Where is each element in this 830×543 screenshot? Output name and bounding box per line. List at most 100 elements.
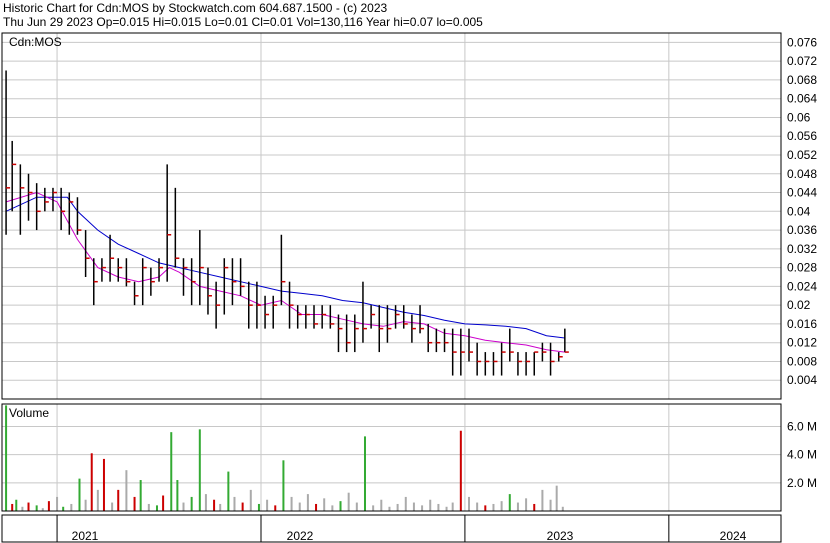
moving-average-short-line (5, 191, 565, 353)
volume-bar (331, 505, 334, 511)
volume-bar (125, 470, 128, 511)
volume-bar (84, 499, 87, 511)
volume-bar (155, 505, 158, 511)
volume-tick-label: 4.0 M (787, 448, 817, 462)
volume-bar (15, 499, 18, 511)
volume-bar (78, 478, 81, 511)
volume-bar (555, 485, 558, 511)
volume-bar (396, 503, 399, 511)
volume-bar (492, 503, 495, 511)
price-tick-label: 0.076 (787, 35, 817, 49)
volume-tick-label: 6.0 M (787, 420, 817, 434)
volume-bar (176, 480, 179, 511)
volume-bar (306, 494, 309, 511)
volume-bar (213, 499, 216, 511)
volume-bar (117, 489, 120, 511)
volume-bar (70, 503, 73, 511)
volume-bar (147, 503, 150, 511)
price-tick-label: 0.056 (787, 129, 817, 143)
volume-bar (90, 453, 93, 511)
moving-average-lines (5, 191, 565, 353)
price-tick-label: 0.012 (787, 336, 817, 350)
volume-bar (27, 502, 30, 511)
volume-bar (445, 506, 448, 511)
volume-bar (35, 505, 38, 511)
volume-bar (508, 494, 511, 511)
x-axis-labels: 2021 2022 2023 2024 (56, 515, 747, 543)
volume-bar (111, 502, 114, 511)
volume-bar (451, 502, 454, 511)
chart-frames (1, 32, 782, 543)
x-axis-frame (1, 514, 782, 543)
volume-bar (421, 505, 424, 511)
volume-bar (47, 501, 50, 511)
volume-bar (198, 429, 201, 511)
volume-bar (96, 489, 99, 511)
volume-bar (257, 503, 260, 511)
volume-bar (347, 492, 350, 511)
x-tick-label: 2021 (72, 529, 99, 543)
volume-bar (21, 506, 24, 511)
volume-bar (241, 502, 244, 511)
volume-bar (227, 471, 230, 511)
price-panel-title: Cdn:MOS (9, 35, 62, 49)
volume-bar (404, 496, 407, 511)
price-tick-label: 0.024 (787, 279, 817, 293)
volume-bar (412, 502, 415, 511)
volume-bar (380, 499, 383, 511)
price-tick-label: 0.068 (787, 73, 817, 87)
volume-bar (139, 480, 142, 511)
volume-bar (56, 496, 59, 511)
volume-bar (549, 499, 552, 511)
stock-chart: 0.076 0.072 0.068 0.064 0.06 0.056 0.052 0.048 0… (1, 32, 817, 543)
volume-bar (388, 506, 391, 511)
price-tick-label: 0.044 (787, 186, 817, 200)
volume-bar (355, 502, 358, 511)
volume-bar (323, 498, 326, 511)
volume-bar (204, 494, 207, 511)
volume-bar (315, 503, 318, 511)
price-grid (2, 33, 781, 399)
price-tick-label: 0.008 (787, 354, 817, 368)
volume-tick-label: 2.0 M (787, 476, 817, 490)
volume-bar (339, 501, 342, 511)
price-tick-label: 0.052 (787, 148, 817, 162)
volume-bar (363, 436, 366, 511)
price-tick-label: 0.036 (787, 223, 817, 237)
price-tick-label: 0.032 (787, 242, 817, 256)
volume-bar (62, 506, 65, 511)
volume-bar (219, 503, 222, 511)
volume-bar (162, 495, 165, 511)
price-tick-label: 0.028 (787, 261, 817, 275)
price-tick-label: 0.06 (787, 110, 811, 124)
volume-bar (298, 502, 301, 511)
volume-bar (190, 496, 193, 511)
x-tick-label: 2022 (287, 529, 314, 543)
volume-bar (476, 502, 479, 511)
volume-bars (5, 405, 564, 511)
volume-bar (467, 496, 470, 511)
volume-bar (459, 430, 462, 511)
volume-bar (484, 505, 487, 511)
volume-bar (233, 496, 236, 511)
volume-bar (561, 506, 564, 511)
volume-bar (274, 505, 277, 511)
price-tick-label: 0.072 (787, 54, 817, 68)
volume-bar (516, 502, 519, 511)
volume-bar (282, 460, 285, 511)
price-panel-frame (1, 32, 782, 400)
volume-bar (102, 458, 105, 511)
volume-bar (372, 505, 375, 511)
price-tick-label: 0.02 (787, 298, 811, 312)
volume-bar (133, 496, 136, 511)
volume-bar (170, 432, 173, 511)
x-tick-label: 2024 (720, 529, 747, 543)
volume-bar (182, 502, 185, 511)
price-tick-label: 0.064 (787, 92, 817, 106)
price-tick-label: 0.048 (787, 167, 817, 181)
x-tick-label: 2023 (547, 529, 574, 543)
volume-bar (500, 501, 503, 511)
volume-bar (429, 499, 432, 511)
volume-bar (533, 503, 536, 511)
price-tick-label: 0.04 (787, 204, 811, 218)
